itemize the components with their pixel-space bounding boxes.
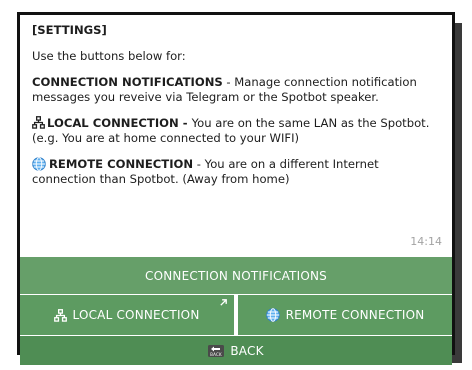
button-label: BACK <box>230 343 264 358</box>
button-label: CONNECTION NOTIFICATIONS <box>145 268 327 283</box>
external-arrow-icon <box>220 299 227 306</box>
message-title: [SETTINGS] <box>32 23 107 37</box>
button-label: LOCAL CONNECTION <box>72 308 200 322</box>
back-arrow-icon: BACK <box>208 344 225 357</box>
message-bubble: [SETTINGS] Use the buttons below for: CO… <box>20 15 452 257</box>
globe-icon <box>265 308 280 322</box>
inline-keyboard: CONNECTION NOTIFICATIONS LOCAL CONNECTIO… <box>20 257 452 365</box>
lan-icon <box>32 116 45 129</box>
message-timestamp: 14:14 <box>410 235 442 248</box>
local-connection-button[interactable]: LOCAL CONNECTION <box>20 295 234 335</box>
lan-icon <box>54 308 68 322</box>
item-heading: LOCAL CONNECTION - <box>47 116 192 130</box>
item-heading: CONNECTION NOTIFICATIONS <box>32 75 223 89</box>
back-button[interactable]: BACK BACK <box>20 336 452 365</box>
item-local-connection: LOCAL CONNECTION - You are on the same L… <box>32 116 440 146</box>
item-remote-connection: REMOTE CONNECTION - You are on a differe… <box>32 157 440 187</box>
connection-notifications-button[interactable]: CONNECTION NOTIFICATIONS <box>20 257 452 294</box>
remote-connection-button[interactable]: REMOTE CONNECTION <box>238 295 452 335</box>
svg-text:BACK: BACK <box>211 352 223 357</box>
item-connection-notifications: CONNECTION NOTIFICATIONS - Manage connec… <box>32 75 440 105</box>
message-intro: Use the buttons below for: <box>32 49 186 63</box>
button-label: REMOTE CONNECTION <box>285 308 425 322</box>
globe-icon <box>32 157 46 171</box>
chat-screenshot-frame: [SETTINGS] Use the buttons below for: CO… <box>17 12 455 365</box>
item-heading: REMOTE CONNECTION <box>49 157 194 171</box>
